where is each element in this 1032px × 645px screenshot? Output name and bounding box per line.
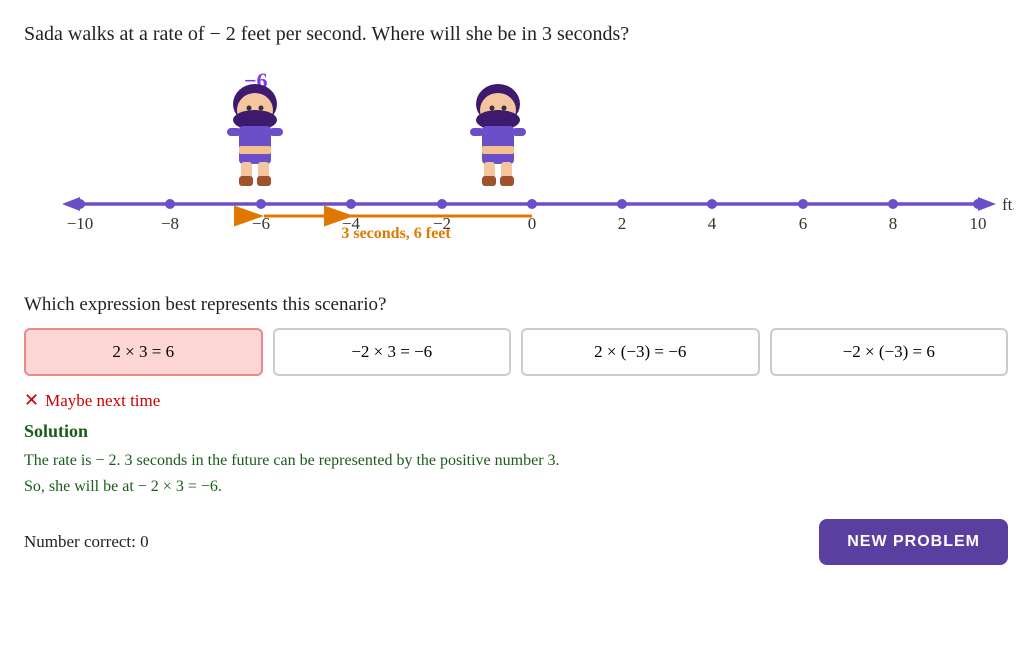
which-expression-label: Which expression best represents this sc…: [24, 294, 1008, 316]
x-icon: ✕: [24, 390, 39, 411]
movement-arrow: 3 seconds, 6 feet: [44, 202, 1014, 257]
bottom-bar: Number correct: 0 NEW PROBLEM: [24, 519, 1008, 565]
choices-container: 2 × 3 = 6 −2 × 3 = −6 2 × (−3) = −6 −2 ×…: [24, 328, 1008, 376]
svg-text:3 seconds, 6 feet: 3 seconds, 6 feet: [341, 225, 451, 242]
number-correct: Number correct: 0: [24, 532, 149, 552]
new-problem-button[interactable]: NEW PROBLEM: [819, 519, 1008, 565]
solution-text: The rate is − 2. 3 seconds in the future…: [24, 448, 1008, 499]
person-left: [219, 82, 291, 197]
number-line-area: −6: [24, 64, 1008, 284]
choice-a[interactable]: 2 × 3 = 6: [24, 328, 263, 376]
choice-d[interactable]: −2 × (−3) = 6: [770, 328, 1009, 376]
question-text: Sada walks at a rate of − 2 feet per sec…: [24, 20, 1008, 48]
choice-c[interactable]: 2 × (−3) = −6: [521, 328, 760, 376]
person-right: [462, 82, 534, 197]
maybe-next-time: ✕ Maybe next time: [24, 390, 1008, 411]
choice-b[interactable]: −2 × 3 = −6: [273, 328, 512, 376]
solution-heading: Solution: [24, 421, 1008, 442]
